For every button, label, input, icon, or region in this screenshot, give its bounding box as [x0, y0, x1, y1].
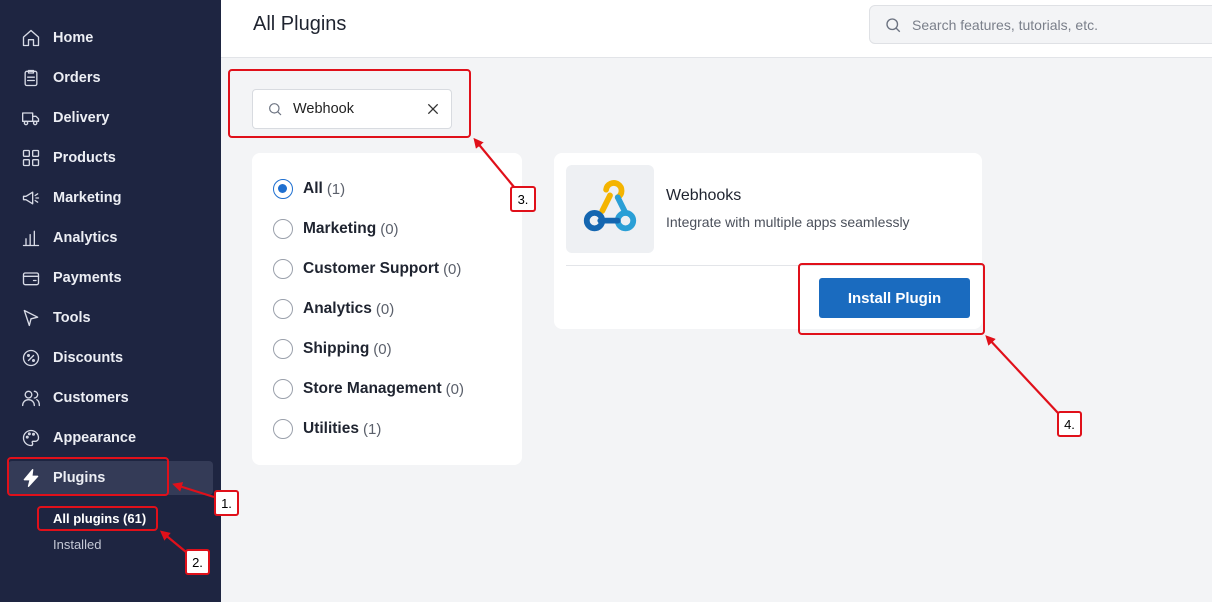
category-name: Utilities — [303, 420, 359, 437]
global-search-input[interactable] — [912, 16, 1202, 33]
page-title: All Plugins — [253, 13, 347, 35]
radio-button[interactable] — [273, 179, 293, 199]
category-option-analytics[interactable]: Analytics (0) — [273, 299, 394, 319]
plugin-name: Webhooks — [666, 187, 742, 204]
category-count: (0) — [373, 340, 392, 358]
users-icon — [20, 387, 42, 409]
sidebar-item-label: Marketing — [53, 190, 122, 206]
plugin-search-input[interactable] — [293, 101, 413, 117]
category-name: Shipping — [303, 340, 370, 357]
category-filter-panel: All (1) Marketing (0) Customer Support (… — [252, 153, 522, 465]
category-count: (0) — [443, 260, 462, 278]
radio-button[interactable] — [273, 379, 293, 399]
category-count: (1) — [326, 180, 346, 198]
plugin-description: Integrate with multiple apps seamlessly — [666, 214, 910, 230]
sidebar-item-tools[interactable]: Tools — [8, 301, 213, 335]
webhook-icon — [566, 165, 654, 253]
category-count: (0) — [375, 300, 395, 318]
sidebar: Home Orders Delivery Products Marketing … — [0, 0, 221, 602]
category-option-marketing[interactable]: Marketing (0) — [273, 219, 399, 239]
orders-icon — [20, 67, 42, 89]
annotation-tag-3: 3. — [510, 186, 536, 212]
sidebar-item-label: Appearance — [53, 430, 137, 446]
clear-search-button[interactable] — [425, 101, 441, 117]
sidebar-item-appearance[interactable]: Appearance — [8, 421, 213, 455]
home-icon — [20, 27, 42, 49]
annotation-tag-2: 2. — [185, 549, 210, 575]
category-count: (1) — [362, 420, 382, 438]
category-name: Marketing — [303, 220, 377, 237]
sidebar-item-label: Analytics — [53, 230, 118, 246]
bar-chart-icon — [20, 227, 42, 249]
lightning-icon — [20, 467, 42, 489]
sidebar-item-label: Delivery — [53, 110, 110, 126]
category-name: All — [303, 180, 323, 197]
category-name: Analytics — [303, 300, 372, 317]
radio-button[interactable] — [273, 219, 293, 239]
category-name: Customer Support — [303, 260, 440, 277]
sidebar-item-label: Orders — [53, 70, 101, 86]
discount-icon — [20, 347, 42, 369]
close-icon — [427, 103, 439, 115]
global-search[interactable] — [869, 5, 1212, 44]
sidebar-item-orders[interactable]: Orders — [8, 61, 213, 95]
category-option-store-management[interactable]: Store Management (0) — [273, 379, 464, 399]
annotation-tag-4: 4. — [1057, 411, 1082, 437]
grid-icon — [20, 147, 42, 169]
category-name: Store Management — [303, 380, 442, 397]
wallet-icon — [20, 267, 42, 289]
category-option-utilities[interactable]: Utilities (1) — [273, 419, 381, 439]
palette-icon — [20, 427, 42, 449]
install-plugin-button[interactable]: Install Plugin — [819, 278, 970, 318]
divider — [566, 265, 982, 266]
megaphone-icon — [20, 187, 42, 209]
sidebar-item-label: Products — [53, 150, 116, 166]
radio-button[interactable] — [273, 299, 293, 319]
plugin-card-webhooks: Webhooks Integrate with multiple apps se… — [554, 153, 982, 329]
sidebar-item-plugins[interactable]: Plugins — [8, 461, 213, 495]
sidebar-item-home[interactable]: Home — [8, 21, 213, 55]
search-icon — [886, 17, 901, 32]
category-option-customer-support[interactable]: Customer Support (0) — [273, 259, 461, 279]
annotation-tag-1: 1. — [214, 490, 239, 516]
sidebar-item-label: Customers — [53, 390, 129, 406]
sidebar-item-label: Discounts — [53, 350, 124, 366]
radio-button[interactable] — [273, 419, 293, 439]
sidebar-subitem-all-plugins[interactable]: All plugins (61) — [53, 511, 146, 526]
sidebar-item-payments[interactable]: Payments — [8, 261, 213, 295]
sidebar-item-label: Tools — [53, 310, 91, 326]
category-option-shipping[interactable]: Shipping (0) — [273, 339, 392, 359]
sidebar-item-analytics[interactable]: Analytics — [8, 221, 213, 255]
sidebar-item-label: Plugins — [53, 470, 106, 486]
sidebar-item-label: Payments — [53, 270, 122, 286]
sidebar-item-marketing[interactable]: Marketing — [8, 181, 213, 215]
sidebar-item-label: Home — [53, 30, 94, 46]
radio-button[interactable] — [273, 339, 293, 359]
radio-button[interactable] — [273, 259, 293, 279]
sidebar-item-delivery[interactable]: Delivery — [8, 101, 213, 135]
truck-icon — [20, 107, 42, 129]
sidebar-item-discounts[interactable]: Discounts — [8, 341, 213, 375]
sidebar-item-customers[interactable]: Customers — [8, 381, 213, 415]
category-count: (0) — [380, 220, 399, 238]
sidebar-item-products[interactable]: Products — [8, 141, 213, 175]
plugin-search[interactable] — [252, 89, 452, 129]
category-option-all[interactable]: All (1) — [273, 179, 345, 199]
page-header: All Plugins — [221, 0, 1212, 58]
cursor-icon — [20, 307, 42, 329]
category-count: (0) — [445, 380, 465, 398]
search-icon — [269, 103, 282, 116]
sidebar-subitem-installed[interactable]: Installed — [53, 537, 101, 552]
